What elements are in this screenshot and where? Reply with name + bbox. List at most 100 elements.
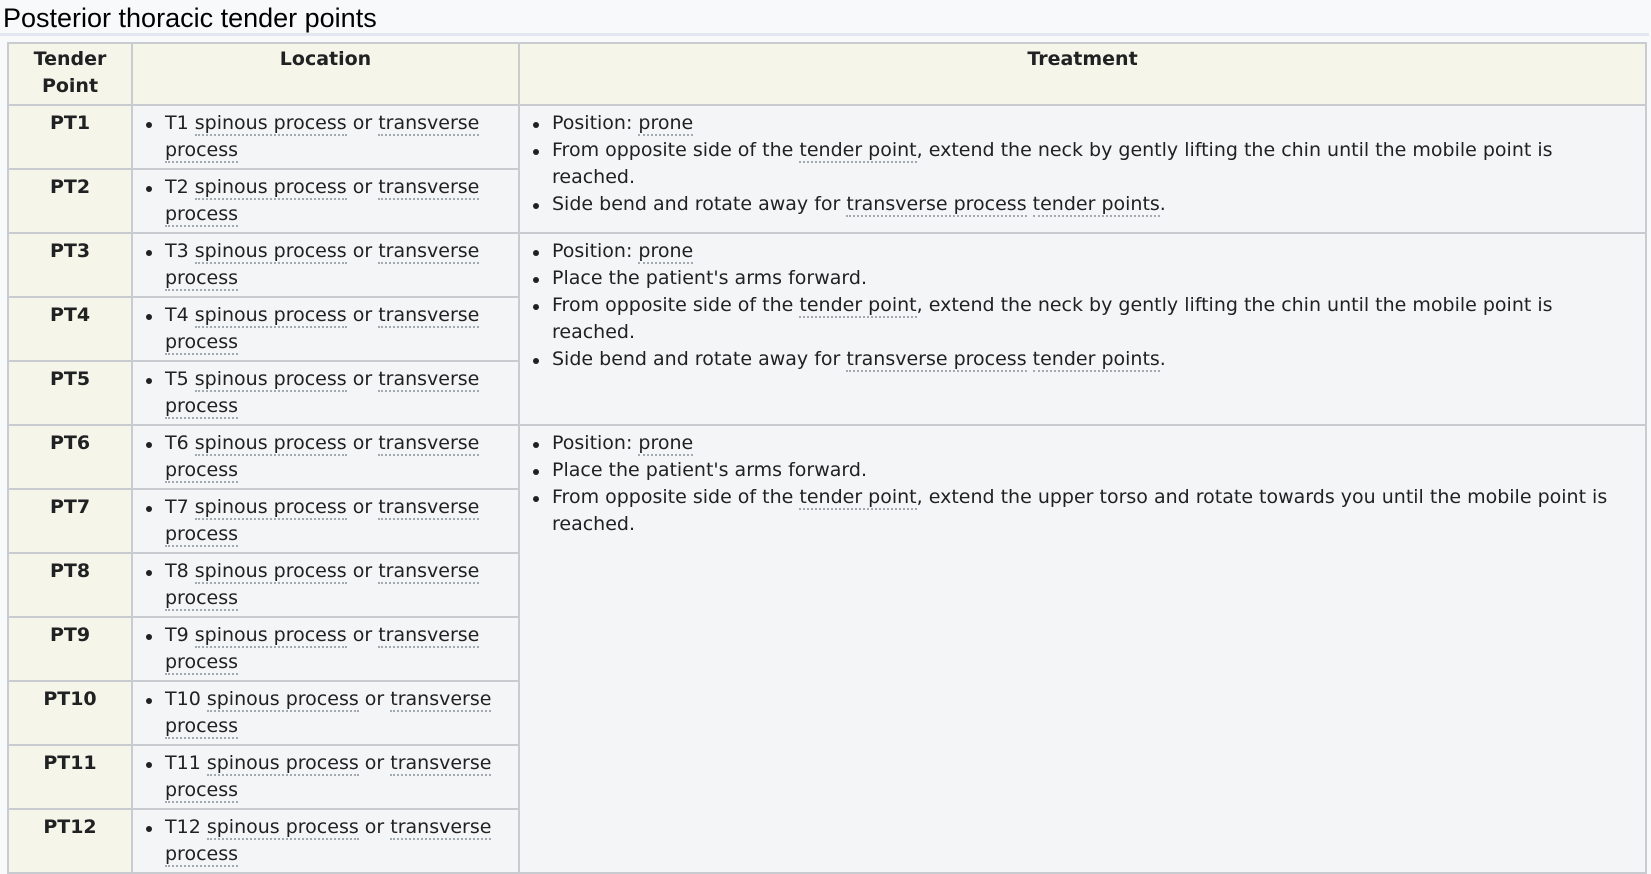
treatment-text: . [1159, 348, 1166, 370]
spinous-process-link[interactable]: spinous process [194, 368, 347, 392]
treatment-list: Position: prone Place the patient's arms … [526, 430, 1639, 538]
location-cell: T8 spinous process or transverse process [131, 552, 520, 618]
location-conjunction: or [352, 560, 373, 582]
tender-point-name: PT4 [7, 296, 133, 362]
glossary-link[interactable]: transverse process [846, 193, 1027, 217]
location-item: T7 spinous process or transverse process [146, 494, 512, 548]
treatment-text: From opposite side of the [552, 294, 800, 316]
location-list: T7 spinous process or transverse process [139, 494, 512, 548]
column-header-tender-point: Tender Point [7, 42, 133, 106]
glossary-link[interactable]: prone [638, 432, 694, 456]
table-row: PT1 T1 spinous process or transverse proc… [7, 104, 1647, 234]
spinous-process-link[interactable]: spinous process [206, 688, 359, 712]
treatment-text: From opposite side of the [552, 486, 800, 508]
location-item: T9 spinous process or transverse process [146, 622, 512, 676]
location-list: T3 spinous process or transverse process [139, 238, 512, 292]
treatment-step: From opposite side of the tender point, … [533, 292, 1639, 346]
treatment-text [1027, 348, 1033, 370]
vertebra-level: T2 [165, 176, 189, 198]
location-cell: T6 spinous process or transverse process [131, 424, 520, 490]
location-conjunction: or [352, 304, 373, 326]
treatment-list: Position: prone Place the patient's arms … [526, 238, 1639, 373]
vertebra-level: T11 [165, 752, 201, 774]
location-list: T1 spinous process or transverse process [139, 110, 512, 164]
location-conjunction: or [352, 624, 373, 646]
location-cell: T3 spinous process or transverse process [131, 232, 520, 298]
tender-point-name: PT1 [7, 104, 133, 170]
vertebra-level: T6 [165, 432, 189, 454]
location-conjunction: or [364, 752, 385, 774]
page-title: Posterior thoracic tender points [0, 0, 1649, 36]
location-conjunction: or [352, 432, 373, 454]
glossary-link[interactable]: prone [638, 112, 694, 136]
table-row: PT6 T6 spinous process or transverse proc… [7, 424, 1647, 874]
tender-point-name: PT8 [7, 552, 133, 618]
glossary-link[interactable]: tender point [799, 294, 917, 318]
tender-point-name: PT5 [7, 360, 133, 426]
location-list: T11 spinous process or transverse proces… [139, 750, 512, 804]
table-body: PT1 T1 spinous process or transverse proc… [7, 104, 1647, 874]
location-list: T6 spinous process or transverse process [139, 430, 512, 484]
treatment-cell: Position: prone From opposite side of the… [518, 104, 1647, 234]
location-cell: T2 spinous process or transverse process [131, 168, 520, 234]
treatment-text: Position: [552, 240, 639, 262]
location-cell: T12 spinous process or transverse proces… [131, 808, 520, 874]
spinous-process-link[interactable]: spinous process [206, 816, 359, 840]
location-list: T4 spinous process or transverse process [139, 302, 512, 356]
spinous-process-link[interactable]: spinous process [194, 432, 347, 456]
treatment-text: . [1159, 193, 1166, 215]
spinous-process-link[interactable]: spinous process [194, 560, 347, 584]
treatment-step: Side bend and rotate away for transverse… [533, 191, 1639, 218]
location-item: T8 spinous process or transverse process [146, 558, 512, 612]
treatment-text [1027, 193, 1033, 215]
vertebra-level: T4 [165, 304, 189, 326]
tender-point-name: PT9 [7, 616, 133, 682]
treatment-text: Side bend and rotate away for [552, 348, 847, 370]
treatment-list: Position: prone From opposite side of the… [526, 110, 1639, 218]
spinous-process-link[interactable]: spinous process [194, 304, 347, 328]
glossary-link[interactable]: tender points [1032, 348, 1160, 372]
location-cell: T5 spinous process or transverse process [131, 360, 520, 426]
tender-point-name: PT2 [7, 168, 133, 234]
column-header-location: Location [131, 42, 520, 106]
location-list: T2 spinous process or transverse process [139, 174, 512, 228]
treatment-step: Position: prone [533, 110, 1639, 137]
vertebra-level: T5 [165, 368, 189, 390]
treatment-text: Place the patient's arms forward. [552, 267, 868, 289]
location-conjunction: or [352, 240, 373, 262]
tender-point-name: PT3 [7, 232, 133, 298]
vertebra-level: T7 [165, 496, 189, 518]
vertebra-level: T1 [165, 112, 189, 134]
glossary-link[interactable]: tender points [1032, 193, 1160, 217]
location-item: T1 spinous process or transverse process [146, 110, 512, 164]
vertebra-level: T10 [165, 688, 201, 710]
location-conjunction: or [352, 368, 373, 390]
location-item: T10 spinous process or transverse proces… [146, 686, 512, 740]
location-conjunction: or [352, 112, 373, 134]
table-header-row: Tender Point Location Treatment [7, 42, 1647, 106]
glossary-link[interactable]: prone [638, 240, 694, 264]
treatment-text: Place the patient's arms forward. [552, 459, 868, 481]
spinous-process-link[interactable]: spinous process [206, 752, 359, 776]
location-item: T5 spinous process or transverse process [146, 366, 512, 420]
spinous-process-link[interactable]: spinous process [194, 112, 347, 136]
location-conjunction: or [364, 816, 385, 838]
location-conjunction: or [364, 688, 385, 710]
location-item: T11 spinous process or transverse proces… [146, 750, 512, 804]
location-item: T2 spinous process or transverse process [146, 174, 512, 228]
glossary-link[interactable]: transverse process [846, 348, 1027, 372]
spinous-process-link[interactable]: spinous process [194, 240, 347, 264]
spinous-process-link[interactable]: spinous process [194, 496, 347, 520]
vertebra-level: T3 [165, 240, 189, 262]
treatment-text: From opposite side of the [552, 139, 800, 161]
treatment-step: Place the patient's arms forward. [533, 265, 1639, 292]
spinous-process-link[interactable]: spinous process [194, 624, 347, 648]
glossary-link[interactable]: tender point [799, 486, 917, 510]
location-list: T10 spinous process or transverse proces… [139, 686, 512, 740]
vertebra-level: T9 [165, 624, 189, 646]
spinous-process-link[interactable]: spinous process [194, 176, 347, 200]
tender-point-name: PT6 [7, 424, 133, 490]
glossary-link[interactable]: tender point [799, 139, 917, 163]
tender-point-name: PT10 [7, 680, 133, 746]
table-row: PT3 T3 spinous process or transverse proc… [7, 232, 1647, 426]
